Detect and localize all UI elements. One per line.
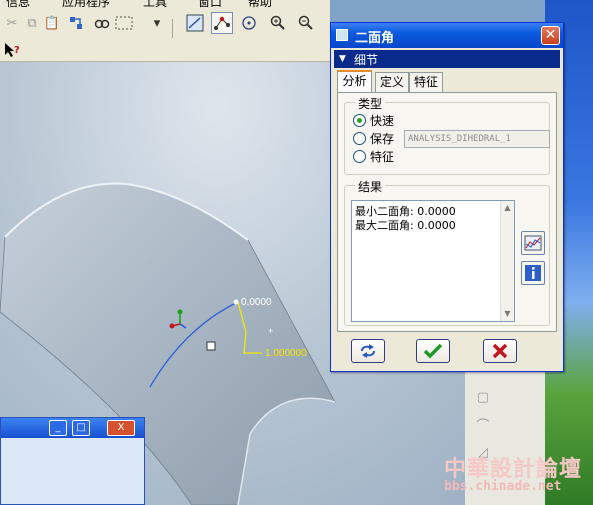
mini-window-titlebar[interactable]: _ □ X [1,418,144,438]
section-label: 细节 [354,53,379,67]
analysis-panel: 类型 快速 保存 ANALYSIS_DIHEDRAL_1 特征 结果 最小二面角… [337,92,557,332]
radio-button[interactable] [353,149,366,163]
window-icon [336,29,348,41]
paste-icon[interactable]: 📋 [42,13,62,33]
scroll-down-icon[interactable]: ▼ [501,307,514,321]
radio-label: 保存 [370,131,395,146]
triangle-down-icon: ▼ [339,54,346,64]
dihedral-analysis-dialog: 二面角 ✕ ▼ 细节 分析 定义 特征 类型 快速 保存 ANALYSIS_DI… [330,22,564,372]
menu-applications[interactable]: 应用程序 [62,0,110,8]
type-group-label: 类型 [355,95,386,112]
datum-point-icon[interactable]: ▢ [473,387,493,407]
radio-label: 特征 [370,149,395,164]
copy-icon[interactable]: ⧉ [22,13,42,33]
type-group: 类型 快速 保存 ANALYSIS_DIHEDRAL_1 特征 [344,95,550,175]
analysis-name-field[interactable]: ANALYSIS_DIHEDRAL_1 [404,130,550,148]
secondary-toolbar: ? [0,38,330,62]
radio-label: 快速 [370,113,395,128]
info-button[interactable] [521,261,545,285]
maximize-button[interactable]: □ [72,420,90,436]
cancel-x-icon [492,343,508,359]
select-box-icon[interactable] [114,13,134,33]
zoom-in-icon[interactable] [268,13,288,33]
cancel-button[interactable] [483,339,517,363]
close-button[interactable]: ✕ [541,26,560,45]
ok-button[interactable] [416,339,450,363]
datum-planes-icon[interactable] [185,13,205,33]
menubar: 信息 应用程序 工具 窗口 帮助 [0,0,330,8]
datum-curve-icon[interactable]: ⌒ [473,414,493,434]
context-help-icon[interactable]: ? [2,40,22,60]
cut-icon[interactable]: ✂ [2,13,22,33]
graph-button[interactable] [521,231,545,255]
radio-save[interactable]: 保存 [353,130,394,146]
menu-tools[interactable]: 工具 [143,0,167,8]
watermark-url: bbs.chinade.net [444,479,562,494]
dialog-title: 二面角 [355,31,395,46]
result-max-dihedral: 最大二面角: 0.0000 [355,219,456,232]
repeat-button[interactable] [351,339,385,363]
svg-text:+: + [268,326,273,336]
checkmark-icon [423,343,443,359]
radio-feature[interactable]: 特征 [353,148,394,164]
info-icon [525,265,541,281]
radio-button[interactable] [353,113,366,127]
find-icon[interactable] [92,13,112,33]
results-scrollbar[interactable]: ▲ ▼ [500,201,514,321]
distance-readout: 1.000000 [265,348,307,359]
anchor-point[interactable] [206,341,216,351]
spin-center-icon[interactable] [239,13,259,33]
repeat-icon [361,344,375,358]
result-group: 结果 最小二面角: 0.0000 最大二面角: 0.0000 ▲ ▼ [344,178,550,326]
regenerate-icon[interactable] [66,13,86,33]
scroll-up-icon[interactable]: ▲ [501,201,514,215]
svg-text:?: ? [14,45,20,56]
minimized-window: _ □ X [0,417,145,505]
results-list[interactable]: 最小二面角: 0.0000 最大二面角: 0.0000 ▲ ▼ [351,200,515,322]
minimize-button[interactable]: _ [49,420,67,436]
close-button[interactable]: X [107,420,135,436]
menu-window[interactable]: 窗口 [198,0,222,8]
result-group-label: 结果 [355,178,386,195]
graph-icon [524,235,542,251]
radio-quick[interactable]: 快速 [353,112,394,128]
zoom-out-icon[interactable] [296,13,316,33]
tab-definition[interactable]: 定义 [375,72,409,92]
angle-readout: 0.0000 [241,297,272,308]
datum-axes-icon[interactable] [211,12,233,34]
menu-help[interactable]: 帮助 [248,0,272,8]
dialog-titlebar[interactable]: 二面角 ✕ [331,23,563,48]
tab-feature[interactable]: 特征 [409,72,443,92]
menu-info[interactable]: 信息 [6,0,30,8]
main-toolbar: ✂ ⧉ 📋 ▾ [0,8,330,39]
tab-analysis[interactable]: 分析 [337,70,372,93]
radio-button[interactable] [353,131,366,145]
chevron-down-icon[interactable]: ▾ [150,13,164,33]
details-section-header[interactable]: ▼ 细节 [334,50,560,68]
